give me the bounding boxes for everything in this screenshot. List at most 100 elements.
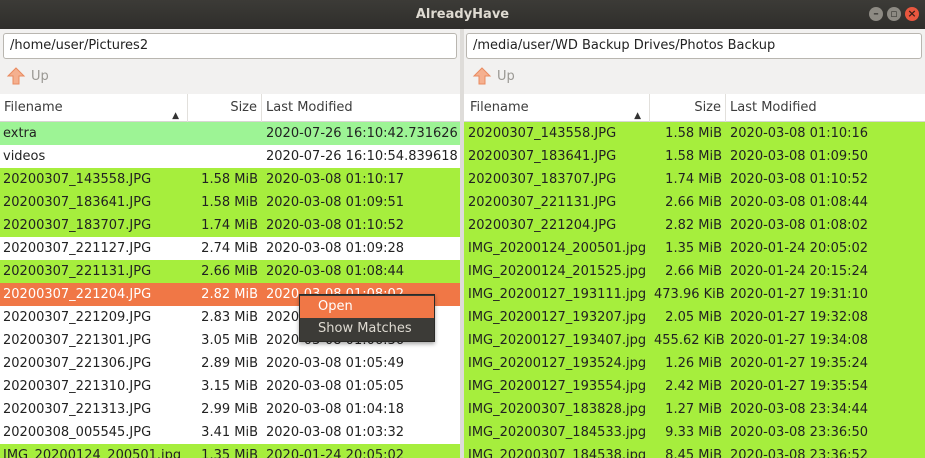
- table-row[interactable]: videos 2020-07-26 16:10:54.839618: [0, 145, 460, 168]
- table-row[interactable]: IMG_20200307_183828.jpg 1.27 MiB 2020-03-0…: [464, 398, 925, 421]
- table-row[interactable]: 20200307_221127.JPG 2.74 MiB 2020-03-08 01…: [0, 237, 460, 260]
- file-name-cell: 20200307_221301.JPG: [3, 333, 152, 348]
- file-name-cell: 20200308_005545.JPG: [3, 425, 152, 440]
- file-size-cell: 2.89 MiB: [201, 356, 258, 371]
- file-modified-cell: 2020-01-24 20:05:02: [730, 241, 869, 256]
- right-col-size[interactable]: Size: [650, 94, 726, 122]
- table-row[interactable]: IMG_20200127_193407.jpg 455.62 KiB 2020-01…: [464, 329, 925, 352]
- table-row[interactable]: IMG_20200124_201525.jpg 2.66 MiB 2020-01-2…: [464, 260, 925, 283]
- file-name-cell: 20200307_221131.JPG: [3, 264, 152, 279]
- up-arrow-icon: [472, 67, 492, 85]
- table-row[interactable]: 20200307_221131.JPG 2.66 MiB 2020-03-08 01…: [0, 260, 460, 283]
- right-path-input[interactable]: /media/user/WD Backup Drives/Photos Back…: [466, 33, 922, 59]
- file-name-cell: IMG_20200307_184538.jpg: [468, 448, 647, 458]
- table-row[interactable]: 20200307_183707.JPG 1.74 MiB 2020-03-08 01…: [464, 168, 925, 191]
- table-row[interactable]: IMG_20200124_200501.jpg 1.35 MiB 2020-01-2…: [464, 237, 925, 260]
- maximize-button[interactable]: ▫: [887, 7, 901, 21]
- table-row[interactable]: IMG_20200127_193207.jpg 2.05 MiB 2020-01-2…: [464, 306, 925, 329]
- file-modified-cell: 2020-03-08 01:09:51: [266, 195, 405, 210]
- table-row[interactable]: 20200307_221306.JPG 2.89 MiB 2020-03-08 01…: [0, 352, 460, 375]
- left-pane: /home/user/Pictures2 Up Filename ▲ Size …: [0, 29, 460, 458]
- file-modified-cell: 2020-07-26 16:10:54.839618: [266, 149, 458, 164]
- file-modified-cell: 2020-03-08 01:05:05: [266, 379, 405, 394]
- left-file-table: Filename ▲ Size Last Modified extra 2020-…: [0, 94, 460, 458]
- file-size-cell: 2.66 MiB: [665, 264, 722, 279]
- file-modified-cell: 2020-03-08 01:08:02: [730, 218, 869, 233]
- left-col-size[interactable]: Size: [188, 94, 262, 122]
- table-row[interactable]: 20200307_183707.JPG 1.74 MiB 2020-03-08 01…: [0, 214, 460, 237]
- table-row[interactable]: 20200307_143558.JPG 1.58 MiB 2020-03-08 01…: [0, 168, 460, 191]
- table-row[interactable]: 20200307_183641.JPG 1.58 MiB 2020-03-08 01…: [464, 145, 925, 168]
- file-modified-cell: 2020-03-08 23:36:52: [730, 448, 869, 458]
- close-button[interactable]: ×: [905, 7, 919, 21]
- table-row[interactable]: IMG_20200127_193111.jpg 473.96 KiB 2020-01…: [464, 283, 925, 306]
- file-name-cell: IMG_20200124_200501.jpg: [468, 241, 647, 256]
- file-name-cell: videos: [3, 149, 46, 164]
- left-col-modified[interactable]: Last Modified: [262, 94, 460, 122]
- file-size-cell: 1.26 MiB: [665, 356, 722, 371]
- file-size-cell: 1.27 MiB: [665, 402, 722, 417]
- menu-item-show-matches[interactable]: Show Matches: [300, 318, 434, 340]
- table-row[interactable]: IMG_20200127_193524.jpg 1.26 MiB 2020-01-2…: [464, 352, 925, 375]
- file-name-cell: extra: [3, 126, 37, 141]
- right-up-label: Up: [497, 68, 515, 84]
- file-name-cell: IMG_20200307_183828.jpg: [468, 402, 647, 417]
- file-name-cell: IMG_20200124_200501.jpg: [3, 448, 182, 458]
- file-name-cell: IMG_20200127_193207.jpg: [468, 310, 647, 325]
- file-size-cell: 2.42 MiB: [665, 379, 722, 394]
- file-name-cell: 20200307_221204.JPG: [3, 287, 152, 302]
- file-size-cell: 1.58 MiB: [665, 126, 722, 141]
- file-name-cell: 20200307_183641.JPG: [3, 195, 152, 210]
- right-col-filename[interactable]: Filename ▲: [464, 94, 650, 122]
- table-row[interactable]: IMG_20200307_184533.jpg 9.33 MiB 2020-03-0…: [464, 421, 925, 444]
- file-size-cell: 473.96 KiB: [654, 287, 725, 302]
- file-name-cell: IMG_20200127_193111.jpg: [468, 287, 647, 302]
- left-col-modified-label: Last Modified: [266, 100, 353, 115]
- file-name-cell: IMG_20200124_201525.jpg: [468, 264, 647, 279]
- table-row[interactable]: IMG_20200124_200501.jpg 1.35 MiB 2020-01-2…: [0, 444, 460, 458]
- file-size-cell: 3.05 MiB: [201, 333, 258, 348]
- file-name-cell: IMG_20200127_193554.jpg: [468, 379, 647, 394]
- file-modified-cell: 2020-07-26 16:10:42.731626: [266, 126, 458, 141]
- file-size-cell: 2.82 MiB: [201, 287, 258, 302]
- table-row[interactable]: IMG_20200307_184538.jpg 8.45 MiB 2020-03-0…: [464, 444, 925, 458]
- right-table-header: Filename ▲ Size Last Modified: [464, 94, 925, 122]
- left-path-input[interactable]: /home/user/Pictures2: [3, 33, 457, 59]
- file-size-cell: 1.35 MiB: [665, 241, 722, 256]
- left-col-filename[interactable]: Filename ▲: [0, 94, 188, 122]
- file-size-cell: 2.66 MiB: [665, 195, 722, 210]
- file-name-cell: 20200307_143558.JPG: [3, 172, 152, 187]
- table-row[interactable]: IMG_20200127_193554.jpg 2.42 MiB 2020-01-2…: [464, 375, 925, 398]
- menu-item-open[interactable]: Open: [300, 296, 434, 318]
- right-pane: /media/user/WD Backup Drives/Photos Back…: [464, 29, 925, 458]
- minimize-button[interactable]: –: [869, 7, 883, 21]
- table-row[interactable]: 20200308_005545.JPG 3.41 MiB 2020-03-08 01…: [0, 421, 460, 444]
- left-table-header: Filename ▲ Size Last Modified: [0, 94, 460, 122]
- file-modified-cell: 2020-01-27 19:34:08: [730, 333, 869, 348]
- file-size-cell: 1.35 MiB: [201, 448, 258, 458]
- table-row[interactable]: 20200307_221131.JPG 2.66 MiB 2020-03-08 01…: [464, 191, 925, 214]
- table-row[interactable]: 20200307_183641.JPG 1.58 MiB 2020-03-08 01…: [0, 191, 460, 214]
- right-col-size-label: Size: [694, 100, 721, 115]
- left-up-button[interactable]: Up: [6, 64, 49, 88]
- right-up-button[interactable]: Up: [472, 64, 515, 88]
- file-modified-cell: 2020-01-27 19:31:10: [730, 287, 869, 302]
- table-row[interactable]: 20200307_221310.JPG 3.15 MiB 2020-03-08 01…: [0, 375, 460, 398]
- file-size-cell: [188, 145, 262, 168]
- file-name-cell: 20200307_221306.JPG: [3, 356, 152, 371]
- file-size-cell: 2.99 MiB: [201, 402, 258, 417]
- file-name-cell: IMG_20200307_184533.jpg: [468, 425, 647, 440]
- table-row[interactable]: 20200307_221313.JPG 2.99 MiB 2020-03-08 01…: [0, 398, 460, 421]
- table-row[interactable]: 20200307_221204.JPG 2.82 MiB 2020-03-08 01…: [464, 214, 925, 237]
- window-controls: – ▫ ×: [869, 7, 919, 21]
- table-row[interactable]: 20200307_143558.JPG 1.58 MiB 2020-03-08 01…: [464, 122, 925, 145]
- file-name-cell: IMG_20200127_193407.jpg: [468, 333, 647, 348]
- file-name-cell: 20200307_183707.JPG: [468, 172, 617, 187]
- right-col-modified[interactable]: Last Modified: [726, 94, 925, 122]
- file-modified-cell: 2020-01-27 19:35:54: [730, 379, 869, 394]
- file-name-cell: 20200307_221127.JPG: [3, 241, 152, 256]
- table-row[interactable]: extra 2020-07-26 16:10:42.731626: [0, 122, 460, 145]
- file-size-cell: 1.58 MiB: [201, 195, 258, 210]
- file-name-cell: 20200307_221310.JPG: [3, 379, 152, 394]
- file-modified-cell: 2020-03-08 01:10:52: [730, 172, 869, 187]
